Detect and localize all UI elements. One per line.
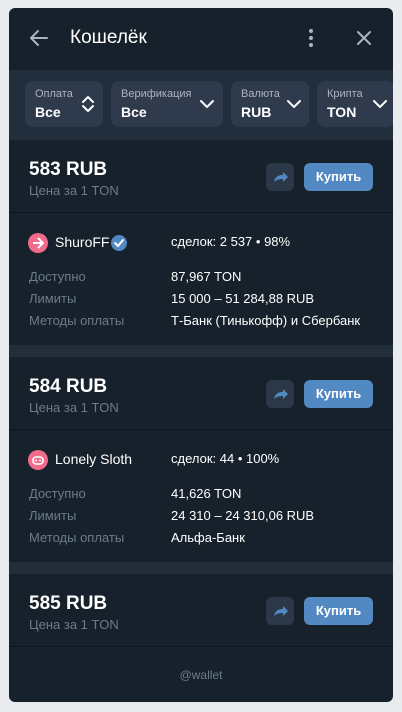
divider (9, 345, 393, 357)
seller-name[interactable]: Lonely Sloth (55, 451, 132, 467)
filter-label: Крипта (327, 88, 363, 100)
payment-methods-value: Т-Банк (Тинькофф) и Сбербанк (171, 313, 361, 328)
filter-crypto[interactable]: Крипта TON (317, 81, 393, 127)
offer-card: 584 RUB Цена за 1 TON Купить Lonely Slot… (9, 357, 393, 562)
share-icon (274, 606, 288, 616)
filter-value: TON (327, 104, 357, 120)
filter-verification[interactable]: Верификация Все (111, 81, 223, 127)
buy-button[interactable]: Купить (304, 163, 373, 191)
back-arrow-icon[interactable] (27, 26, 51, 50)
footer-link[interactable]: @wallet (9, 668, 393, 682)
available-label: Доступно (29, 269, 86, 284)
offer-price: 583 RUB (29, 159, 108, 180)
filter-label: Валюта (241, 88, 280, 100)
offer-price-unit: Цена за 1 TON (29, 400, 119, 415)
available-value: 41,626 TON (171, 486, 242, 501)
wallet-window: Кошелёк Оплата Все Верификация Все Валют… (9, 8, 393, 702)
seller-name[interactable]: ShuroFF (55, 234, 109, 250)
payment-methods-value: Альфа-Банк (171, 530, 245, 545)
share-icon (274, 172, 288, 182)
filter-value: Все (35, 104, 61, 120)
updown-icon (80, 95, 96, 113)
offer-details: ShuroFF сделок: 2 537 • 98% Доступно 87,… (9, 213, 393, 345)
offer-price-unit: Цена за 1 TON (29, 183, 119, 198)
chevron-down-icon (372, 95, 388, 113)
share-button[interactable] (266, 163, 294, 191)
offer-price-unit: Цена за 1 TON (29, 617, 119, 632)
buy-button[interactable]: Купить (304, 380, 373, 408)
filter-value: RUB (241, 104, 272, 120)
available-value: 87,967 TON (171, 269, 242, 284)
offer-details: Lonely Sloth сделок: 44 • 100% Доступно … (9, 430, 393, 562)
avatar (28, 233, 48, 253)
offer-card: 585 RUB Цена за 1 TON Купить (9, 574, 393, 647)
share-button[interactable] (266, 380, 294, 408)
limits-value: 24 310 – 24 310,06 RUB (171, 508, 315, 523)
filter-value: Все (121, 104, 147, 120)
available-label: Доступно (29, 486, 86, 501)
filter-label: Верификация (121, 88, 192, 100)
chevron-down-icon (199, 95, 215, 113)
offer-price: 584 RUB (29, 376, 108, 397)
header: Кошелёк (9, 8, 393, 70)
avatar (28, 450, 48, 470)
filters-bar: Оплата Все Верификация Все Валюта RUB Кр… (9, 70, 393, 140)
filter-payment[interactable]: Оплата Все (25, 81, 103, 127)
buy-button[interactable]: Купить (304, 597, 373, 625)
limits-label: Лимиты (29, 508, 77, 523)
chevron-down-icon (286, 95, 302, 113)
offer-card: 583 RUB Цена за 1 TON Купить ShuroFF сде… (9, 140, 393, 345)
seller-deals: сделок: 44 • 100% (171, 451, 280, 466)
limits-value: 15 000 – 51 284,88 RUB (171, 291, 315, 306)
offer-header: 585 RUB Цена за 1 TON Купить (9, 574, 393, 647)
share-icon (274, 389, 288, 399)
offer-price: 585 RUB (29, 593, 108, 614)
divider (9, 562, 393, 574)
offer-header: 583 RUB Цена за 1 TON Купить (9, 140, 393, 213)
more-vertical-icon[interactable] (301, 26, 321, 50)
close-icon[interactable] (352, 26, 376, 50)
page-title: Кошелёк (70, 27, 147, 48)
offer-header: 584 RUB Цена за 1 TON Купить (9, 357, 393, 430)
limits-label: Лимиты (29, 291, 77, 306)
seller-deals: сделок: 2 537 • 98% (171, 234, 291, 249)
payment-methods-label: Методы оплаты (29, 530, 125, 545)
filter-label: Оплата (35, 88, 73, 100)
share-button[interactable] (266, 597, 294, 625)
filter-currency[interactable]: Валюта RUB (231, 81, 309, 127)
payment-methods-label: Методы оплаты (29, 313, 125, 328)
verified-badge-icon (110, 234, 128, 252)
